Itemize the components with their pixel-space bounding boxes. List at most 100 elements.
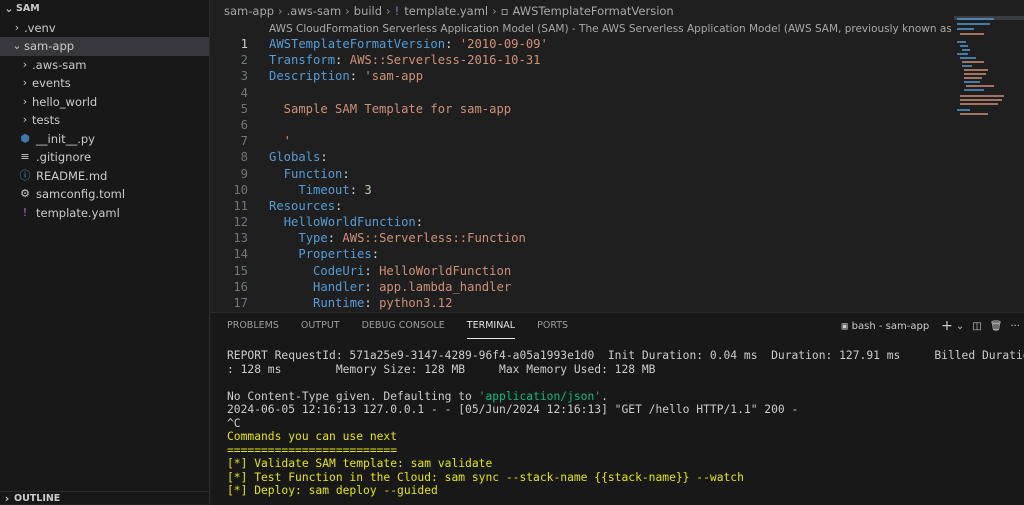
breadcrumb-item[interactable]: template.yaml — [404, 0, 488, 22]
code-line: 5 Sample SAM Template for sam-app — [211, 101, 964, 117]
tab-debug-console[interactable]: DEBUG CONSOLE — [362, 313, 445, 339]
explorer-sidebar: ⌄ SAM › .venv ⌄ sam-app › .aws-sam › events › hel… — [0, 0, 210, 505]
outline-section[interactable]: › OUTLINE — [0, 491, 209, 505]
tree-item[interactable]: ! template.yaml — [0, 204, 209, 223]
yaml-file-icon: ! — [22, 205, 28, 219]
more-actions-icon[interactable]: ··· — [1010, 321, 1020, 332]
yaml-key: CodeUri — [313, 263, 365, 278]
breadcrumb-item[interactable]: build — [354, 0, 382, 22]
minimap[interactable] — [954, 16, 1024, 126]
code-text: Handler: app.lambda_handler — [269, 279, 511, 295]
hover-tooltip: AWS CloudFormation Serverless Applicatio… — [269, 23, 1024, 35]
chevron-right-icon: › — [4, 491, 10, 505]
code-area[interactable]: 1 AWSTemplateFormatVersion: '2010-09-09' 2… — [211, 36, 964, 311]
tree-item[interactable]: ⚙ samconfig.toml — [0, 185, 209, 204]
line-number: 8 — [240, 150, 248, 165]
python-file-icon: ⬢ — [20, 131, 30, 145]
code-line: 14 Properties: — [211, 246, 964, 262]
symbol-icon: ▫ — [500, 4, 509, 18]
code-line: 11 Resources: — [211, 198, 964, 214]
tree-item-label: sam-app — [24, 39, 75, 53]
code-text: CodeUri: HelloWorldFunction — [269, 263, 511, 279]
breadcrumb-item[interactable]: AWSTemplateFormatVersion — [513, 0, 674, 22]
code-line: 12 HelloWorldFunction: — [211, 214, 964, 230]
tab-problems[interactable]: PROBLEMS — [227, 313, 279, 339]
terminal-line: ========================= — [227, 443, 398, 457]
tree-item[interactable]: › .aws-sam — [0, 56, 209, 75]
terminal-line: Commands you can use next — [227, 430, 398, 443]
tree-item[interactable]: ≡ .gitignore — [0, 148, 209, 167]
yaml-key: Description — [269, 69, 350, 84]
tree-item[interactable]: ⓘ README.md — [0, 167, 209, 186]
tab-ports[interactable]: PORTS — [537, 313, 568, 339]
yaml-value: AWS::Serverless-2016-10-31 — [342, 53, 541, 68]
yaml-colon: : — [327, 231, 336, 246]
code-text: Globals: — [269, 149, 328, 165]
chevron-down-icon[interactable]: ⌄ — [956, 321, 964, 332]
outline-label: OUTLINE — [14, 492, 61, 504]
code-text: HelloWorldFunction: — [269, 214, 423, 230]
line-number: 7 — [240, 134, 248, 149]
yaml-colon: : — [349, 182, 358, 197]
code-line: 10 Timeout: 3 — [211, 182, 964, 198]
yaml-string: Sample SAM Template for sam-app — [269, 101, 512, 116]
terminal-output[interactable]: REPORT RequestId: 571a25e9-3147-4289-96f… — [227, 349, 1024, 498]
tree-item[interactable]: › events — [0, 74, 209, 93]
code-text: ' — [269, 133, 291, 149]
terminal-line: [*] Deploy: sam deploy --guided — [227, 484, 438, 497]
chevron-right-icon: › — [492, 4, 497, 18]
yaml-colon: : — [364, 279, 372, 294]
editor: sam-app › .aws-sam › build ›! template.yaml › ▫ A… — [211, 0, 1024, 312]
line-number: 1 — [240, 37, 248, 51]
tree-item[interactable]: ⌄ sam-app — [0, 37, 209, 56]
line-number: 16 — [233, 279, 248, 294]
yaml-key: Globals — [269, 150, 321, 165]
tab-terminal[interactable]: TERMINAL — [466, 313, 516, 339]
line-number: 11 — [233, 198, 248, 213]
explorer-root[interactable]: ⌄ SAM — [0, 0, 209, 19]
chevron-right-icon: › — [22, 76, 28, 89]
code-line: 9 Function: — [211, 166, 964, 182]
breadcrumb-item[interactable]: sam-app — [224, 0, 274, 22]
yaml-key: Function — [283, 166, 343, 181]
info-icon: ⓘ — [19, 168, 31, 182]
tree-item-label: events — [32, 76, 71, 90]
file-tree: › .venv ⌄ sam-app › .aws-sam › events › hello_wor… — [0, 19, 209, 223]
tree-item[interactable]: ⬢ __init__.py — [0, 130, 209, 149]
add-terminal-button[interactable]: + — [941, 318, 953, 334]
tab-output[interactable]: OUTPUT — [301, 313, 340, 339]
tree-item[interactable]: › hello_world — [0, 93, 209, 112]
trash-icon[interactable]: 🗑 — [990, 321, 1003, 332]
yaml-colon: : — [342, 166, 350, 181]
code-line: 4 — [211, 85, 964, 101]
yaml-key: Properties — [298, 247, 372, 262]
gear-icon: ⚙ — [20, 187, 30, 200]
yaml-key: Handler — [313, 279, 365, 294]
terminal-line: 2024-06-05 12:16:13 127.0.0.1 - - [05/Ju… — [227, 403, 799, 416]
yaml-key: Runtime — [313, 296, 365, 310]
tree-item-label: tests — [32, 113, 61, 127]
code-line: 17 Runtime: python3.12 — [211, 295, 964, 311]
yaml-value: HelloWorldFunction — [371, 263, 512, 278]
terminal-line: [*] Validate SAM template: sam validate — [227, 457, 493, 470]
yaml-colon: : — [320, 150, 328, 165]
tree-item[interactable]: › .venv — [0, 19, 209, 38]
yaml-colon: : — [349, 69, 358, 84]
yaml-key: Transform — [269, 53, 336, 68]
code-line: 3 Description: 'sam-app — [211, 68, 964, 84]
chevron-right-icon: › — [22, 94, 28, 108]
terminal-instance[interactable]: bash - sam-app — [852, 321, 930, 332]
bottom-panel: PROBLEMS OUTPUT DEBUG CONSOLE TERMINAL PORTS… — [211, 312, 1024, 505]
yaml-file-icon: ! — [394, 4, 400, 18]
yaml-value: app.lambda_handler — [371, 279, 512, 294]
code-text: Transform: AWS::Serverless-2016-10-31 — [269, 52, 541, 68]
chevron-right-icon: › — [14, 20, 20, 34]
chevron-right-icon: › — [22, 57, 28, 71]
line-number: 9 — [240, 166, 248, 181]
tree-item-label: __init__.py — [36, 131, 95, 146]
split-terminal-icon[interactable]: ◫ — [972, 321, 981, 332]
yaml-key: AWSTemplateFormatVersion — [269, 37, 446, 51]
breadcrumb-item[interactable]: .aws-sam — [287, 0, 342, 22]
tree-item[interactable]: › tests — [0, 111, 209, 130]
tree-item-label: hello_world — [32, 94, 98, 109]
